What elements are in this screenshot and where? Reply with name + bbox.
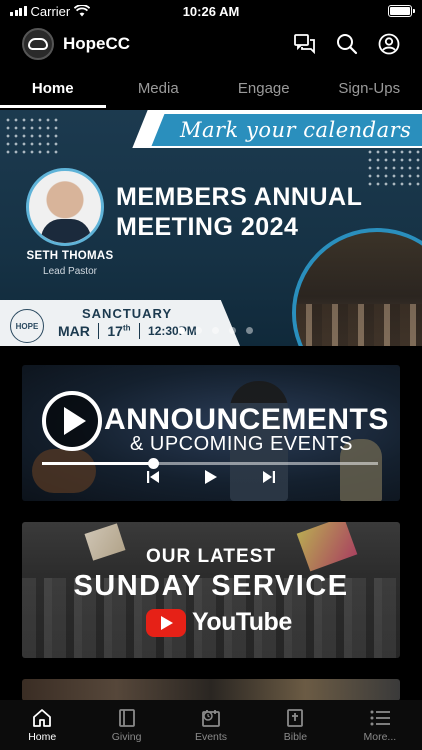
church-logo bbox=[22, 28, 54, 60]
bible-icon bbox=[287, 709, 304, 727]
announcements-card[interactable]: ANNOUNCEMENTS & UPCOMING EVENTS bbox=[22, 365, 400, 501]
carousel-dot[interactable] bbox=[194, 327, 202, 334]
nav-bible-label: Bible bbox=[283, 731, 308, 743]
youtube-wordmark: YouTube bbox=[192, 608, 292, 636]
search-icon[interactable] bbox=[336, 33, 358, 55]
carousel-indicator bbox=[0, 327, 422, 334]
battery-icon bbox=[388, 5, 415, 17]
pastor-photo bbox=[26, 168, 104, 246]
previous-icon[interactable] bbox=[146, 470, 160, 484]
sunday-line-1: OUR LATEST bbox=[146, 546, 276, 567]
carousel-dot[interactable] bbox=[177, 327, 185, 334]
status-left: Carrier bbox=[10, 3, 91, 19]
carousel-dot[interactable] bbox=[211, 327, 219, 334]
youtube-icon bbox=[146, 608, 186, 637]
sunday-service-card[interactable]: OUR LATEST SUNDAY SERVICE YouTube bbox=[22, 522, 400, 658]
carrier-label: Carrier bbox=[30, 3, 71, 19]
account-icon[interactable] bbox=[378, 33, 400, 55]
carousel-dot[interactable] bbox=[245, 327, 253, 334]
media-controls bbox=[146, 469, 276, 485]
background-guitar bbox=[32, 449, 96, 493]
announcements-subtitle: & UPCOMING EVENTS bbox=[130, 433, 353, 455]
tab-sign-ups[interactable]: Sign-Ups bbox=[317, 70, 422, 108]
headline-line-1: MEMBERS ANNUAL bbox=[116, 183, 363, 211]
youtube-logo: YouTube bbox=[146, 608, 292, 637]
signal-icon bbox=[10, 6, 27, 16]
bottom-nav: Home Giving Events Bible More... bbox=[0, 700, 422, 750]
header-actions bbox=[294, 33, 400, 55]
nav-home-label: Home bbox=[28, 731, 57, 743]
status-bar: Carrier 10:26 AM bbox=[0, 0, 422, 22]
top-tabs: Home Media Engage Sign-Ups bbox=[0, 70, 422, 108]
event-location: SANCTUARY bbox=[82, 306, 173, 321]
announcements-title: ANNOUNCEMENTS bbox=[104, 403, 389, 436]
hero-headline: MEMBERS ANNUAL MEETING 2024 bbox=[116, 182, 362, 242]
next-card-peek[interactable] bbox=[22, 679, 400, 701]
sunday-line-2: SUNDAY SERVICE bbox=[73, 570, 349, 602]
tab-home[interactable]: Home bbox=[0, 70, 106, 108]
play-small-icon[interactable] bbox=[204, 469, 218, 485]
nav-giving-label: Giving bbox=[111, 731, 142, 743]
play-icon[interactable] bbox=[42, 391, 102, 451]
dot-pattern bbox=[366, 148, 420, 188]
nav-bible[interactable]: Bible bbox=[253, 700, 337, 750]
carousel-dot[interactable] bbox=[228, 327, 236, 334]
dot-pattern bbox=[4, 116, 58, 156]
app-header: HopeCC bbox=[0, 26, 422, 62]
pastor-role: Lead Pastor bbox=[43, 266, 97, 277]
nav-giving[interactable]: Giving bbox=[84, 700, 168, 750]
more-icon bbox=[370, 710, 390, 726]
nav-more-label: More... bbox=[363, 731, 397, 743]
progress-knob[interactable] bbox=[147, 458, 159, 469]
chat-icon[interactable] bbox=[294, 34, 316, 54]
hero-banner[interactable]: Mark your calendars SETH THOMAS Lead Pas… bbox=[0, 110, 422, 346]
app-title: HopeCC bbox=[63, 34, 131, 53]
tab-media[interactable]: Media bbox=[106, 70, 212, 108]
hope-logo: HOPE bbox=[10, 309, 44, 343]
progress-fill bbox=[42, 462, 153, 465]
nav-events-label: Events bbox=[194, 731, 228, 743]
giving-icon bbox=[118, 709, 135, 727]
next-icon[interactable] bbox=[262, 470, 276, 484]
nav-events[interactable]: Events bbox=[169, 700, 253, 750]
events-icon bbox=[202, 710, 220, 727]
headline-line-2: MEETING 2024 bbox=[116, 213, 299, 241]
tab-engage[interactable]: Engage bbox=[211, 70, 317, 108]
hero-script-text: Mark your calendars bbox=[180, 118, 412, 142]
home-icon bbox=[33, 709, 52, 727]
nav-more[interactable]: More... bbox=[338, 700, 422, 750]
pastor-name: SETH THOMAS bbox=[26, 250, 114, 262]
nav-home[interactable]: Home bbox=[0, 700, 84, 750]
wifi-icon bbox=[74, 5, 91, 17]
progress-bar[interactable] bbox=[42, 458, 378, 469]
